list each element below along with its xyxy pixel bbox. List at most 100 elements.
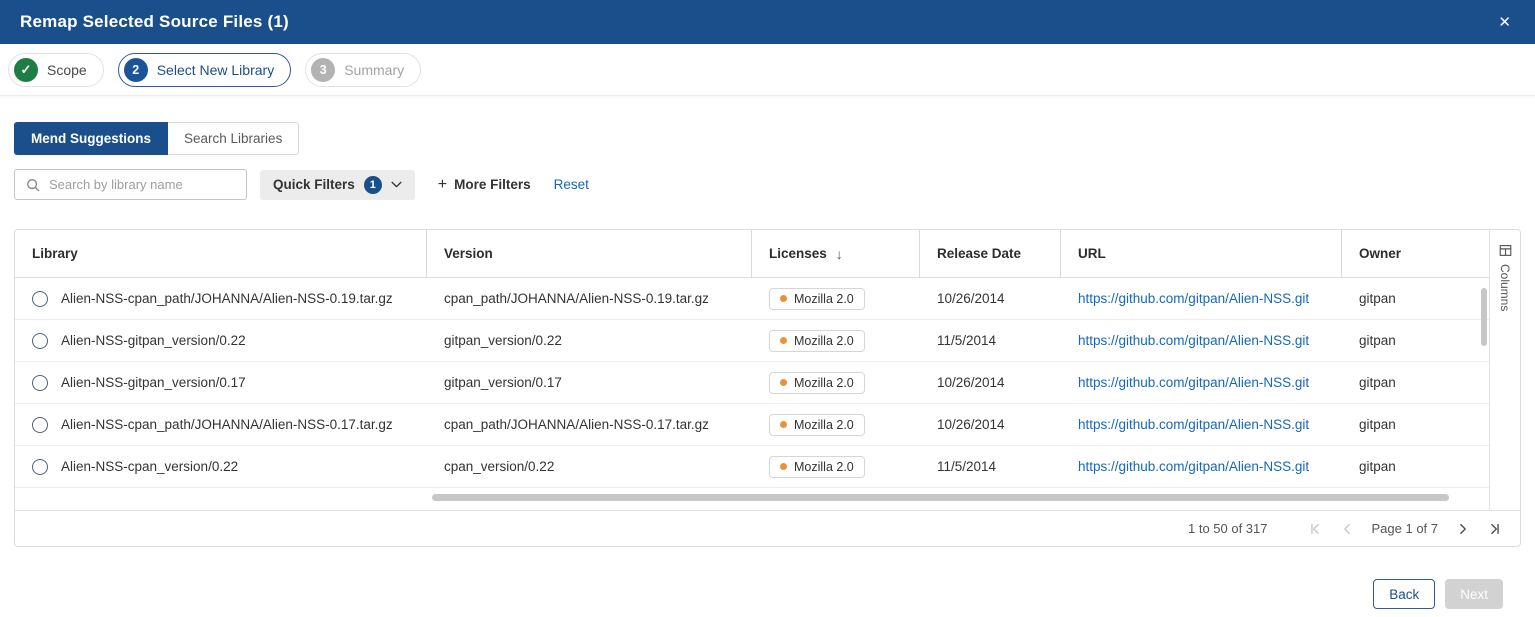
version-cell: gitpan_version/0.22 <box>427 320 752 361</box>
license-dot-icon <box>780 463 787 470</box>
table-row[interactable]: Alien-NSS-gitpan_version/0.22 gitpan_ver… <box>15 320 1489 362</box>
license-badge: Mozilla 2.0 <box>769 456 865 478</box>
step-scope[interactable]: ✓ Scope <box>8 53 104 87</box>
step-3-number: 3 <box>311 58 335 82</box>
library-name: Alien-NSS-cpan_path/JOHANNA/Alien-NSS-0.… <box>61 291 393 306</box>
version-cell: cpan_path/JOHANNA/Alien-NSS-0.17.tar.gz <box>427 404 752 445</box>
library-name: Alien-NSS-cpan_path/JOHANNA/Alien-NSS-0.… <box>61 417 393 432</box>
row-radio-button[interactable] <box>32 375 48 391</box>
dialog-titlebar: Remap Selected Source Files (1) ✕ <box>0 0 1535 44</box>
url-link[interactable]: https://github.com/gitpan/Alien-NSS.git <box>1078 291 1309 306</box>
page-indicator: Page 1 of 7 <box>1372 521 1439 536</box>
back-button[interactable]: Back <box>1373 579 1435 609</box>
first-page-button[interactable] <box>1308 522 1322 536</box>
next-page-button[interactable] <box>1456 522 1470 536</box>
library-name: Alien-NSS-cpan_version/0.22 <box>61 459 238 474</box>
table-row[interactable]: Alien-NSS-cpan_path/JOHANNA/Alien-NSS-0.… <box>15 278 1489 320</box>
last-page-icon <box>1488 522 1502 536</box>
search-icon <box>26 178 40 192</box>
library-table: Library Version Licenses ↓ Release Date … <box>15 230 1489 510</box>
column-header-release-date[interactable]: Release Date <box>920 230 1061 277</box>
chevron-right-icon <box>1456 522 1470 536</box>
row-radio-button[interactable] <box>32 459 48 475</box>
pagination-bar: 1 to 50 of 317 Page 1 of 7 <box>15 510 1520 546</box>
close-button[interactable]: ✕ <box>1494 11 1515 34</box>
license-name: Mozilla 2.0 <box>794 334 854 348</box>
step-scope-label: Scope <box>47 62 87 78</box>
release-date-cell: 10/26/2014 <box>920 404 1061 445</box>
version-cell: gitpan_version/0.17 <box>427 362 752 403</box>
table-row[interactable]: Alien-NSS-cpan_version/0.22 cpan_version… <box>15 446 1489 488</box>
wizard-stepper: ✓ Scope 2 Select New Library 3 Summary <box>0 44 1535 96</box>
step-select-new-library[interactable]: 2 Select New Library <box>118 53 292 87</box>
license-dot-icon <box>780 421 787 428</box>
release-date-cell: 11/5/2014 <box>920 320 1061 361</box>
url-link[interactable]: https://github.com/gitpan/Alien-NSS.git <box>1078 333 1309 348</box>
column-header-library[interactable]: Library <box>15 230 427 277</box>
table-row[interactable]: Alien-NSS-gitpan_version/0.17 gitpan_ver… <box>15 362 1489 404</box>
vertical-scrollbar[interactable] <box>1481 288 1487 346</box>
license-name: Mozilla 2.0 <box>794 376 854 390</box>
tab-mend-suggestions[interactable]: Mend Suggestions <box>14 122 168 155</box>
check-icon: ✓ <box>14 58 38 82</box>
search-box <box>14 169 247 200</box>
license-dot-icon <box>780 379 787 386</box>
sort-descending-icon: ↓ <box>836 246 843 262</box>
quick-filters-label: Quick Filters <box>273 177 355 192</box>
owner-cell: gitpan <box>1342 362 1489 403</box>
search-input[interactable] <box>49 177 235 192</box>
column-header-version[interactable]: Version <box>427 230 752 277</box>
column-header-licenses[interactable]: Licenses ↓ <box>752 230 920 277</box>
column-header-owner[interactable]: Owner <box>1342 230 1489 277</box>
license-name: Mozilla 2.0 <box>794 292 854 306</box>
owner-cell: gitpan <box>1342 404 1489 445</box>
library-name: Alien-NSS-gitpan_version/0.17 <box>61 375 246 390</box>
version-cell: cpan_path/JOHANNA/Alien-NSS-0.19.tar.gz <box>427 278 752 319</box>
columns-panel-toggle[interactable]: Columns <box>1489 230 1520 510</box>
tab-search-libraries[interactable]: Search Libraries <box>168 122 299 155</box>
license-dot-icon <box>780 295 787 302</box>
row-radio-button[interactable] <box>32 417 48 433</box>
quick-filters-count-badge: 1 <box>364 176 382 194</box>
close-icon: ✕ <box>1498 14 1511 31</box>
more-filters-button[interactable]: + More Filters <box>428 170 541 200</box>
library-source-tabs: Mend Suggestions Search Libraries <box>14 122 1521 155</box>
table-row[interactable]: Alien-NSS-cpan_path/JOHANNA/Alien-NSS-0.… <box>15 404 1489 446</box>
step-select-new-library-label: Select New Library <box>157 62 275 78</box>
url-link[interactable]: https://github.com/gitpan/Alien-NSS.git <box>1078 417 1309 432</box>
release-date-cell: 11/5/2014 <box>920 446 1061 487</box>
dialog-footer: Back Next <box>14 579 1521 609</box>
dialog-title: Remap Selected Source Files (1) <box>20 12 289 32</box>
columns-panel-label: Columns <box>1498 264 1512 311</box>
row-radio-button[interactable] <box>32 291 48 307</box>
version-cell: cpan_version/0.22 <box>427 446 752 487</box>
first-page-icon <box>1308 522 1322 536</box>
plus-icon: + <box>438 176 447 194</box>
table-header-row: Library Version Licenses ↓ Release Date … <box>15 230 1489 278</box>
owner-cell: gitpan <box>1342 278 1489 319</box>
reset-link[interactable]: Reset <box>554 177 589 192</box>
license-badge: Mozilla 2.0 <box>769 288 865 310</box>
step-summary-label: Summary <box>344 62 404 78</box>
previous-page-button[interactable] <box>1340 522 1354 536</box>
filter-bar: Quick Filters 1 + More Filters Reset <box>14 169 1521 200</box>
release-date-cell: 10/26/2014 <box>920 278 1061 319</box>
last-page-button[interactable] <box>1488 522 1502 536</box>
horizontal-scrollbar-track <box>15 488 1489 510</box>
chevron-left-icon <box>1340 522 1354 536</box>
horizontal-scrollbar[interactable] <box>432 494 1449 501</box>
row-radio-button[interactable] <box>32 333 48 349</box>
next-button[interactable]: Next <box>1445 579 1503 609</box>
library-name: Alien-NSS-gitpan_version/0.22 <box>61 333 246 348</box>
more-filters-label: More Filters <box>454 177 531 192</box>
license-name: Mozilla 2.0 <box>794 460 854 474</box>
column-header-url[interactable]: URL <box>1061 230 1342 277</box>
columns-icon <box>1499 244 1512 257</box>
step-2-number: 2 <box>124 58 148 82</box>
dialog-body: Mend Suggestions Search Libraries Quick … <box>0 122 1535 609</box>
quick-filters-button[interactable]: Quick Filters 1 <box>260 170 415 200</box>
url-link[interactable]: https://github.com/gitpan/Alien-NSS.git <box>1078 459 1309 474</box>
library-table-card: Library Version Licenses ↓ Release Date … <box>14 229 1521 547</box>
step-summary[interactable]: 3 Summary <box>305 53 421 87</box>
url-link[interactable]: https://github.com/gitpan/Alien-NSS.git <box>1078 375 1309 390</box>
